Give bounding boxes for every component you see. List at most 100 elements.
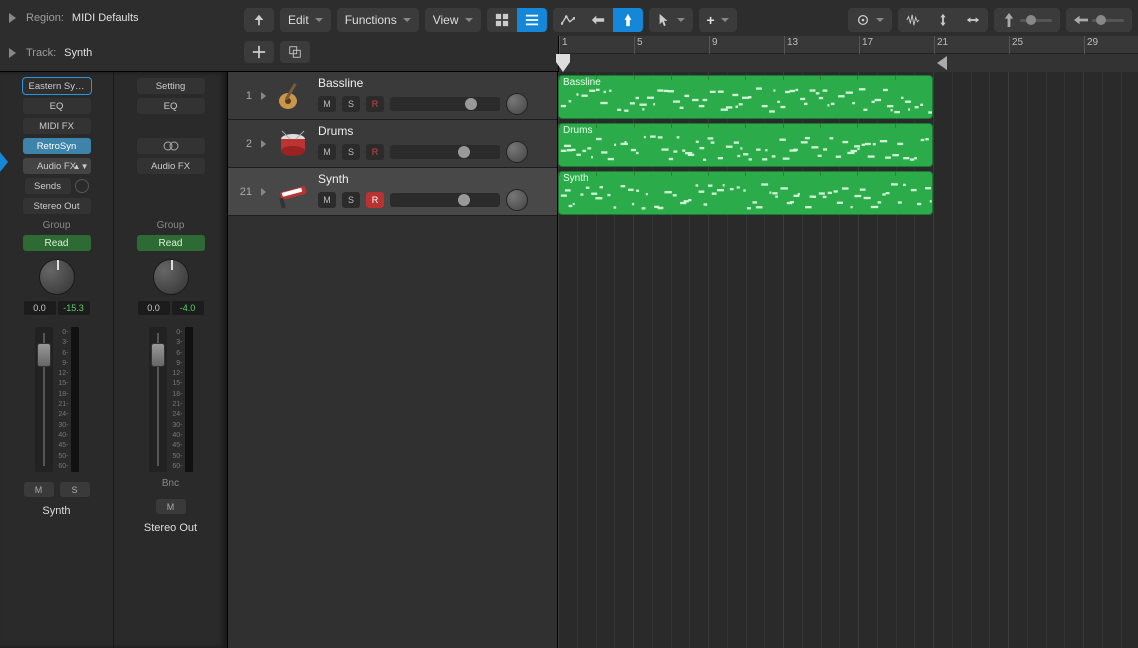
ruler-bar-9: 9	[709, 36, 718, 54]
cycle-end-marker[interactable]	[937, 56, 947, 70]
channel-strip-output: Setting EQ Audio FX Group Read 0.0 -4.0 …	[113, 72, 227, 648]
ruler-bar-13: 13	[784, 36, 798, 54]
edit-menu-label: Edit	[288, 13, 309, 27]
track-record-button[interactable]: R	[366, 144, 384, 160]
functions-menu-label: Functions	[345, 13, 397, 27]
track-volume-slider[interactable]	[390, 97, 500, 111]
pan-knob[interactable]	[153, 259, 189, 295]
automation-button[interactable]	[553, 8, 583, 32]
list-view-button[interactable]	[517, 8, 547, 32]
track-volume-slider[interactable]	[390, 193, 500, 207]
track-number: 21	[234, 186, 252, 198]
region-label: Region:	[26, 12, 64, 24]
track-solo-button[interactable]: S	[342, 144, 360, 160]
ruler-bar-17: 17	[859, 36, 873, 54]
output-slot[interactable]: Stereo Out	[23, 198, 91, 214]
mute-button[interactable]: M	[156, 499, 186, 514]
track-pan-knob[interactable]	[506, 141, 528, 163]
send-knob[interactable]	[75, 179, 89, 193]
bounce-label[interactable]: Bnc	[162, 478, 179, 489]
horizontal-zoom-slider[interactable]	[1066, 8, 1132, 32]
vertical-zoom-button[interactable]	[928, 8, 958, 32]
region-bassline[interactable]: Bassline	[558, 75, 933, 119]
region-label: Drums	[563, 125, 592, 136]
ruler-bar-25: 25	[1009, 36, 1023, 54]
track-header-synth[interactable]: 21SynthMSR	[228, 168, 557, 216]
track-instrument-icon	[274, 77, 312, 115]
strip-name: Synth	[42, 505, 70, 517]
snap-menu[interactable]	[848, 8, 892, 32]
catch-button[interactable]	[613, 8, 643, 32]
track-name: Drums	[318, 124, 551, 138]
ruler-bar-29: 29	[1084, 36, 1098, 54]
region-drums[interactable]: Drums	[558, 123, 933, 167]
volume-fader[interactable]	[149, 327, 167, 472]
up-arrow-button[interactable]	[244, 8, 274, 32]
region-disclose-icon[interactable]	[6, 12, 18, 24]
view-menu[interactable]: View	[425, 8, 481, 32]
track-expand-icon[interactable]	[258, 92, 268, 100]
track-volume-slider[interactable]	[390, 145, 500, 159]
track-name: Bassline	[318, 76, 551, 90]
track-solo-button[interactable]: S	[342, 192, 360, 208]
eq-slot[interactable]: EQ	[137, 98, 205, 114]
arrange-area[interactable]: Bassline Drums Synth	[558, 72, 1138, 648]
ruler-bar-5: 5	[634, 36, 643, 54]
group-label[interactable]: Group	[43, 220, 71, 231]
eq-slot[interactable]: EQ	[23, 98, 91, 114]
pointer-tool[interactable]	[649, 8, 693, 32]
track-record-button[interactable]: R	[366, 96, 384, 112]
instrument-slot[interactable]: RetroSyn	[23, 138, 91, 154]
region-label: Bassline	[563, 77, 601, 88]
audiofx-label: Audio FX	[37, 161, 76, 172]
solo-button[interactable]: S	[60, 482, 90, 497]
edit-menu[interactable]: Edit	[280, 8, 331, 32]
track-instrument-icon	[274, 125, 312, 163]
region-value: MIDI Defaults	[72, 12, 139, 24]
secondary-tool[interactable]: +	[699, 8, 737, 32]
track-mute-button[interactable]: M	[318, 96, 336, 112]
stereo-icon-slot[interactable]	[137, 138, 205, 154]
region-synth[interactable]: Synth	[558, 171, 933, 215]
add-track-button[interactable]	[244, 41, 274, 63]
track-record-button[interactable]: R	[366, 192, 384, 208]
vertical-zoom-slider[interactable]	[994, 8, 1060, 32]
timeline-ruler[interactable]: 1591317212529	[558, 36, 1138, 72]
audiofx-slot[interactable]: Audio FX▲▼	[23, 158, 91, 174]
track-mute-button[interactable]: M	[318, 144, 336, 160]
automation-mode[interactable]: Read	[137, 235, 205, 251]
waveform-zoom-button[interactable]	[898, 8, 928, 32]
setting-slot[interactable]: Setting	[137, 78, 205, 94]
audiofx-slot[interactable]: Audio FX	[137, 158, 205, 174]
automation-mode[interactable]: Read	[23, 235, 91, 251]
inspector-indicator-icon	[0, 152, 8, 172]
db-value: 0.0	[24, 301, 56, 315]
functions-menu[interactable]: Functions	[337, 8, 419, 32]
mute-button[interactable]: M	[24, 482, 54, 497]
db-value: 0.0	[138, 301, 170, 315]
track-expand-icon[interactable]	[258, 188, 268, 196]
setting-slot[interactable]: Eastern Sy…	[23, 78, 91, 94]
midifx-slot[interactable]: MIDI FX	[23, 118, 91, 134]
track-header-bassline[interactable]: 1 Bassline MSR	[228, 72, 557, 120]
track-expand-icon[interactable]	[258, 140, 268, 148]
track-number: 1	[234, 90, 252, 102]
track-disclose-icon[interactable]	[6, 47, 18, 59]
level-meter	[71, 327, 79, 472]
track-header-drums[interactable]: 2 Drums MSR	[228, 120, 557, 168]
pan-knob[interactable]	[39, 259, 75, 295]
track-solo-button[interactable]: S	[342, 96, 360, 112]
playhead-icon[interactable]	[556, 54, 570, 72]
track-pan-knob[interactable]	[506, 93, 528, 115]
horizontal-auto-button[interactable]	[958, 8, 988, 32]
track-mute-button[interactable]: M	[318, 192, 336, 208]
track-number: 2	[234, 138, 252, 150]
sends-slot[interactable]: Sends	[25, 178, 71, 194]
flex-button[interactable]	[583, 8, 613, 32]
group-label[interactable]: Group	[157, 220, 185, 231]
grid-view-button[interactable]	[487, 8, 517, 32]
ruler-bar-1: 1	[559, 36, 568, 54]
duplicate-track-button[interactable]	[280, 41, 310, 63]
volume-fader[interactable]	[35, 327, 53, 472]
track-pan-knob[interactable]	[506, 189, 528, 211]
